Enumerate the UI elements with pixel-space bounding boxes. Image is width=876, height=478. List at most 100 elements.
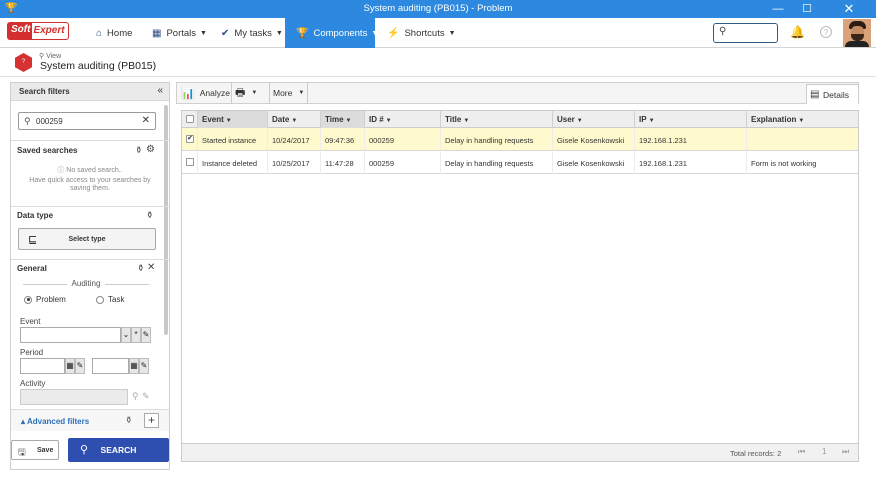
activity-label: Activity xyxy=(20,379,46,388)
minimize-button[interactable]: — xyxy=(764,0,792,18)
filters-header: Search filters « xyxy=(11,83,169,101)
search-filters-panel: Search filters « ⚲ 000259 ✕ Saved search… xyxy=(10,82,170,470)
event-label: Event xyxy=(20,317,41,326)
radio-problem[interactable]: Problem xyxy=(24,295,66,304)
last-page-icon[interactable]: ⏭ xyxy=(842,447,849,457)
eraser-icon[interactable]: ✎ xyxy=(75,358,85,374)
col-event[interactable]: Event ▼ xyxy=(198,111,268,128)
filter-search-input[interactable]: ⚲ 000259 ✕ xyxy=(18,112,156,130)
chevron-down-icon: ▼ xyxy=(275,29,283,37)
period-start-field[interactable] xyxy=(20,358,65,374)
advanced-filters-link[interactable]: ▴ Advanced filters xyxy=(21,417,89,426)
help-icon[interactable]: ? xyxy=(820,26,832,38)
chevron-down-icon[interactable]: ⌄ xyxy=(121,327,131,343)
maximize-button[interactable]: ☐ xyxy=(793,0,821,18)
nav-portals[interactable]: ▦ Portals ▼ xyxy=(152,18,207,48)
broom-icon[interactable]: ⚱ xyxy=(146,210,154,221)
general-title: General xyxy=(17,264,47,273)
nav-components[interactable]: 🏆 Components ▼ xyxy=(285,18,379,48)
eraser-icon[interactable]: ✎ xyxy=(139,358,149,374)
col-title[interactable]: Title ▼ xyxy=(441,111,553,128)
broom-icon[interactable]: ⚱ xyxy=(125,415,133,426)
activity-field[interactable] xyxy=(20,389,128,405)
more-button[interactable]: More ▼ xyxy=(273,83,304,103)
broom-icon[interactable]: ⚱ xyxy=(135,145,143,156)
select-all-checkbox[interactable] xyxy=(186,115,194,123)
period-end-field[interactable] xyxy=(92,358,129,374)
bar-chart-icon: 📊 xyxy=(181,87,195,100)
cell-date: 10/24/2017 xyxy=(268,128,321,151)
trophy-icon: 🏆 xyxy=(296,27,309,39)
cell-user: Gisele Kosenkowski xyxy=(553,151,635,174)
eraser-icon[interactable]: ✎ xyxy=(142,391,150,402)
bolt-icon: ⚡ xyxy=(387,27,400,39)
top-navbar: Soft Expert ⌂ Home ▦ Portals ▼ ✔ My task… xyxy=(0,18,876,48)
bell-icon[interactable]: 🔔 xyxy=(790,25,805,39)
col-ip[interactable]: IP ▼ xyxy=(635,111,747,128)
cell-ip: 192.168.1.231 xyxy=(635,151,747,174)
row-checkbox[interactable] xyxy=(186,158,194,166)
save-button[interactable]: 🖫 Save xyxy=(11,440,59,460)
search-icon: ⚲ xyxy=(24,116,31,126)
divider xyxy=(11,140,169,141)
analyze-button[interactable]: 📊 Analyze xyxy=(181,83,230,103)
radio-problem-label: Problem xyxy=(36,295,66,304)
col-time[interactable]: Time ▼ xyxy=(321,111,365,128)
search-button-label: SEARCH xyxy=(100,445,137,455)
select-type-label: Select type xyxy=(68,236,106,243)
advanced-filters-bar: ▴ Advanced filters ⚱ + xyxy=(11,409,169,431)
radio-dot-selected xyxy=(24,295,32,304)
print-button[interactable]: 🖶 ▼ xyxy=(235,83,257,103)
window-title: System auditing (PB015) - Problem xyxy=(363,3,513,14)
user-avatar[interactable] xyxy=(843,19,871,47)
asterisk-icon[interactable]: * xyxy=(131,327,141,343)
calendar-icon[interactable]: ▦ xyxy=(129,358,139,374)
chevron-down-icon: ▼ xyxy=(251,90,258,96)
close-icon[interactable]: ✕ xyxy=(147,262,155,273)
nav-components-label: Components xyxy=(313,27,368,39)
gear-icon[interactable]: ⚙ xyxy=(146,144,155,155)
period-label: Period xyxy=(20,348,44,357)
nav-portals-label: Portals xyxy=(166,27,197,39)
details-label: Details xyxy=(823,90,849,100)
search-icon: ⚲ xyxy=(719,26,727,37)
nav-my-tasks[interactable]: ✔ My tasks ▼ xyxy=(221,18,283,48)
cell-user: Gisele Kosenkowski xyxy=(553,128,635,151)
radio-task[interactable]: Task xyxy=(96,295,124,304)
details-tab[interactable]: ▤ Details xyxy=(806,84,859,104)
printer-icon: 🖶 xyxy=(235,86,246,99)
nav-shortcuts[interactable]: ⚡ Shortcuts ▼ xyxy=(387,18,456,48)
chevron-down-icon: ▼ xyxy=(200,29,207,37)
select-type-button[interactable]: ⊑ Select type xyxy=(18,228,156,250)
first-page-icon[interactable]: ⏮ xyxy=(798,447,805,457)
grid-toolbar: 📊 Analyze 🖶 ▼ More ▼ xyxy=(176,82,859,104)
nav-home[interactable]: ⌂ Home xyxy=(96,18,132,48)
logo-soft: Soft xyxy=(7,22,33,40)
col-explanation[interactable]: Explanation ▼ xyxy=(747,111,858,128)
table-row[interactable]: Instance deleted 10/25/2017 11:47:28 000… xyxy=(182,151,858,174)
divider xyxy=(11,206,169,207)
chevron-down-icon: ▼ xyxy=(371,29,379,37)
col-user[interactable]: User ▼ xyxy=(553,111,635,128)
table-row[interactable]: ✔ Started instance 10/24/2017 09:47:36 0… xyxy=(182,128,858,151)
row-checkbox-checked[interactable]: ✔ xyxy=(186,135,194,143)
select-all-cell xyxy=(182,111,198,128)
search-button[interactable]: ⚲ SEARCH xyxy=(68,438,169,462)
search-icon[interactable]: ⚲ xyxy=(132,391,139,402)
cell-date: 10/25/2017 xyxy=(268,151,321,174)
add-filter-button[interactable]: + xyxy=(144,413,159,428)
collapse-icon[interactable]: « xyxy=(157,85,163,96)
clear-icon[interactable]: ✕ xyxy=(142,115,150,126)
broom-icon[interactable]: ⚱ xyxy=(137,263,145,274)
col-id[interactable]: ID # ▼ xyxy=(365,111,441,128)
calendar-icon[interactable]: ▦ xyxy=(65,358,75,374)
global-search-input[interactable]: ⚲ xyxy=(713,23,778,43)
col-date[interactable]: Date ▼ xyxy=(268,111,321,128)
analyze-label: Analyze xyxy=(199,88,230,98)
no-saved-search-hint: Have quick access to your searches by xyxy=(29,177,151,184)
eraser-icon[interactable]: ✎ xyxy=(141,327,151,343)
softexpert-logo[interactable]: Soft Expert xyxy=(7,22,69,40)
close-button[interactable]: ✕ xyxy=(822,0,876,18)
event-field[interactable] xyxy=(20,327,121,343)
cell-ip: 192.168.1.231 xyxy=(635,128,747,151)
